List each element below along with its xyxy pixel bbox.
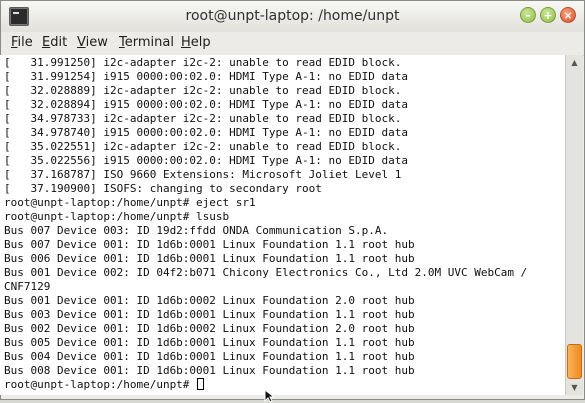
terminal-line: CNF7129 (4, 280, 51, 293)
terminal-line: [ 37.168787] ISO 9660 Extensions: Micros… (4, 168, 402, 181)
shell-prompt: root@unpt-laptop:/home/unpt# (4, 378, 197, 391)
terminal-line: [ 35.022551] i2c-adapter i2c-2: unable t… (4, 140, 402, 153)
terminal-line: Bus 008 Device 001: ID 1d6b:0001 Linux F… (4, 364, 415, 377)
menu-bar: File Edit View Terminal Help (1, 32, 584, 56)
menu-help[interactable]: Help (181, 35, 211, 50)
terminal-line: Bus 001 Device 001: ID 1d6b:0002 Linux F… (4, 294, 415, 307)
scrollbar-thumb[interactable] (567, 344, 582, 379)
terminal-line: [ 31.991254] i915 0000:00:02.0: HDMI Typ… (4, 70, 408, 83)
terminal-prompt-line[interactable]: root@unpt-laptop:/home/unpt# (4, 378, 205, 392)
terminal-line: [ 32.028889] i2c-adapter i2c-2: unable t… (4, 84, 402, 97)
window-title: root@unpt-laptop: /home/unpt (185, 8, 400, 24)
menu-file[interactable]: File (11, 35, 33, 50)
terminal-line: Bus 007 Device 001: ID 1d6b:0001 Linux F… (4, 238, 415, 251)
mouse-pointer-icon (264, 389, 276, 403)
text-cursor (197, 378, 205, 390)
maximize-button[interactable]: + (540, 7, 556, 23)
scroll-up-arrow-icon[interactable]: ▲ (566, 55, 583, 70)
close-button[interactable]: × (560, 7, 576, 23)
scroll-down-arrow-icon[interactable]: ▼ (566, 380, 583, 395)
terminal-line: Bus 003 Device 001: ID 1d6b:0001 Linux F… (4, 308, 415, 321)
terminal-output[interactable]: [ 31.991250] i2c-adapter i2c-2: unable t… (0, 55, 565, 395)
terminal-line: [ 37.190900] ISOFS: changing to secondar… (4, 182, 322, 195)
terminal-line: Bus 001 Device 002: ID 04f2:b071 Chicony… (4, 266, 528, 279)
terminal-line: [ 34.978733] i2c-adapter i2c-2: unable t… (4, 112, 402, 125)
terminal-line: Bus 006 Device 001: ID 1d6b:0001 Linux F… (4, 252, 415, 265)
terminal-line: [ 35.022556] i915 0000:00:02.0: HDMI Typ… (4, 154, 408, 167)
terminal-line: root@unpt-laptop:/home/unpt# eject sr1 (4, 196, 256, 209)
terminal-line: [ 31.991250] i2c-adapter i2c-2: unable t… (4, 56, 402, 69)
terminal-line: Bus 007 Device 003: ID 19d2:ffdd ONDA Co… (4, 224, 389, 237)
vertical-scrollbar[interactable]: ▲ ▼ (565, 55, 583, 395)
menu-terminal[interactable]: Terminal (119, 35, 174, 50)
menu-edit[interactable]: Edit (42, 35, 67, 50)
terminal-line: [ 34.978740] i915 0000:00:02.0: HDMI Typ… (4, 126, 408, 139)
terminal-line: Bus 005 Device 001: ID 1d6b:0001 Linux F… (4, 336, 415, 349)
title-bar[interactable]: root@unpt-laptop: /home/unpt – + × (1, 1, 584, 33)
terminal-line: Bus 004 Device 001: ID 1d6b:0001 Linux F… (4, 350, 415, 363)
terminal-line: root@unpt-laptop:/home/unpt# lsusb (4, 210, 230, 223)
terminal-line: Bus 002 Device 001: ID 1d6b:0002 Linux F… (4, 322, 415, 335)
menu-view[interactable]: View (77, 35, 108, 50)
terminal-line: [ 32.028894] i915 0000:00:02.0: HDMI Typ… (4, 98, 408, 111)
minimize-button[interactable]: – (520, 7, 536, 23)
